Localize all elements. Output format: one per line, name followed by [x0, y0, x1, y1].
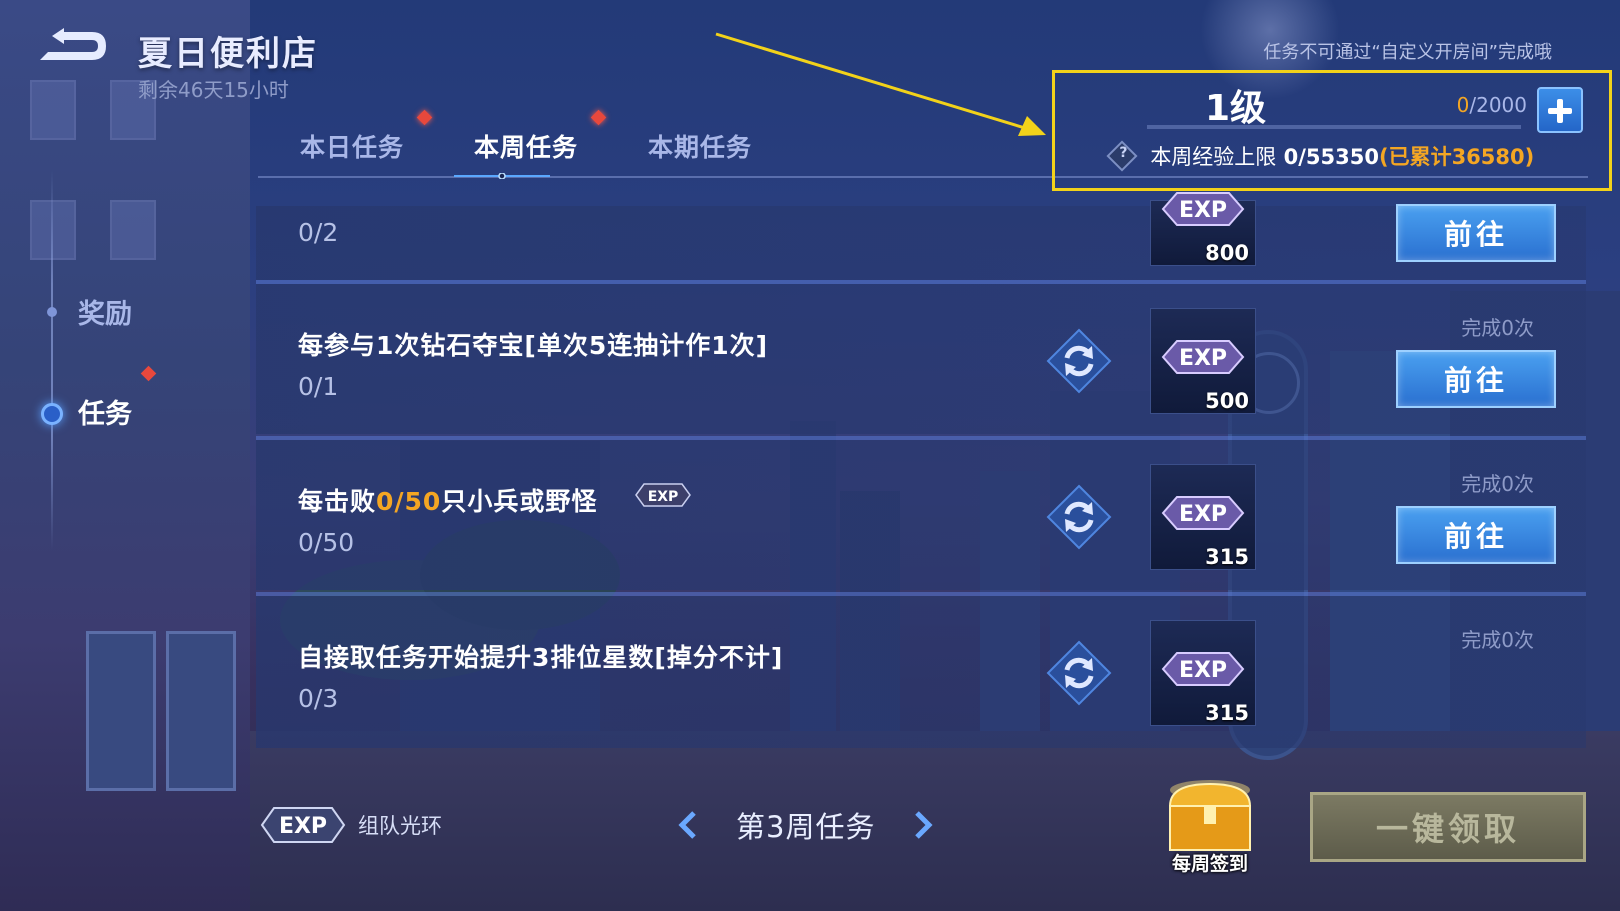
go-button[interactable]: 前往	[1396, 506, 1556, 564]
weekly-signin-label: 每周签到	[1171, 853, 1248, 875]
vending-machine	[86, 631, 156, 791]
week-label: 第3周任务	[736, 810, 876, 844]
vending-machine	[166, 631, 236, 791]
store-window	[30, 80, 76, 140]
exp-reward-tile: EXP 500	[1150, 308, 1256, 414]
completion-count: 完成0次	[1461, 472, 1534, 496]
task-row: 每击败0/50只小兵或野怪 EXP 0/50 EXP 315 完成0次 前往	[256, 440, 1586, 590]
tab-label: 本周任务	[474, 133, 579, 162]
go-button[interactable]: 前往	[1396, 204, 1556, 262]
side-nav-line	[51, 170, 53, 550]
task-row: 每参与1次钻石夺宝[单次5连抽计作1次] 0/1 EXP 500 完成0次 前往	[256, 284, 1586, 434]
level-progress-max: /2000	[1469, 93, 1527, 117]
exp-cap-accumulated: (已累计36580)	[1378, 145, 1535, 169]
exp-amount: 315	[1205, 701, 1249, 725]
svg-text:EXP: EXP	[1179, 658, 1227, 683]
remaining-time: 剩余46天15小时	[138, 78, 289, 102]
svg-text:EXP: EXP	[1179, 198, 1227, 223]
weekly-exp-cap: ? 本周经验上限 0/55350(已累计36580)	[1106, 140, 1535, 172]
side-nav-bullet	[47, 307, 57, 317]
exp-icon: EXP	[1161, 652, 1245, 686]
task-progress: 0/50	[298, 528, 355, 557]
task-title-pre: 每击败	[298, 487, 377, 516]
tab-daily-tasks[interactable]: 本日任务	[300, 109, 433, 164]
team-aura[interactable]: EXP 组队光环	[258, 800, 442, 850]
level-progress-bar	[1147, 125, 1521, 129]
exp-amount: 800	[1205, 241, 1249, 265]
side-nav-reward[interactable]: 奖励	[78, 292, 132, 331]
side-nav-bullet-active	[41, 403, 63, 425]
go-button[interactable]: 前往	[1396, 350, 1556, 408]
treasure-chest-icon	[1168, 780, 1252, 851]
completion-count: 完成0次	[1461, 628, 1534, 652]
svg-text:EXP: EXP	[1179, 502, 1227, 527]
exp-reward-tile: EXP 800	[1150, 192, 1256, 266]
task-row: 自接取任务开始提升3排位星数[掉分不计] 0/3 EXP 315 完成0次	[256, 596, 1586, 748]
level-label: 1级	[1205, 88, 1267, 129]
annotation-arrow	[715, 32, 1046, 136]
add-level-button[interactable]	[1537, 87, 1583, 133]
refresh-icon[interactable]	[1046, 640, 1112, 706]
task-title-highlight: 0/50	[376, 487, 442, 516]
task-progress: 0/1	[298, 372, 339, 401]
task-title: 每击败0/50只小兵或野怪	[298, 482, 597, 518]
task-progress: 0/3	[298, 684, 339, 713]
refresh-icon[interactable]	[1046, 328, 1112, 394]
svg-text:EXP: EXP	[1179, 346, 1227, 371]
active-tab-indicator	[454, 173, 550, 179]
exp-amount: 500	[1205, 389, 1249, 413]
store-window	[110, 200, 156, 260]
tab-label: 本日任务	[300, 133, 405, 162]
level-progress-current: 0	[1456, 93, 1470, 117]
exp-reward-tile: EXP 315	[1150, 464, 1256, 570]
chevron-right-icon[interactable]	[905, 807, 941, 843]
refresh-icon[interactable]	[1046, 484, 1112, 550]
convenience-store	[0, 0, 250, 911]
task-title: 自接取任务开始提升3排位星数[掉分不计]	[298, 643, 784, 672]
task-progress: 0/2	[298, 218, 339, 247]
week-navigator: 第3周任务	[670, 804, 941, 846]
weekly-signin-chest[interactable]: 每周签到	[1160, 776, 1260, 876]
exp-cap-value: 0/55350	[1283, 145, 1379, 169]
exp-bonus-icon: EXP	[635, 483, 691, 507]
task-title-post: 只小兵或野怪	[441, 487, 598, 516]
exp-icon: EXP	[1161, 340, 1245, 374]
level-panel: 1级 0/2000 ? 本周经验上限 0/55350(已累计36580)	[1052, 70, 1612, 191]
exp-reward-tile: EXP 315	[1150, 620, 1256, 726]
tab-weekly-tasks[interactable]: 本周任务	[474, 109, 607, 164]
side-nav-task[interactable]: 任务	[78, 392, 132, 431]
back-arrow-icon[interactable]	[34, 26, 110, 66]
team-aura-label: 组队光环	[358, 814, 442, 838]
claim-all-button[interactable]: 一键领取	[1310, 792, 1586, 862]
exp-icon: EXP	[1161, 192, 1245, 226]
task-notice: 任务不可通过“自定义开房间”完成哦	[1263, 42, 1552, 63]
task-row: 0/2 EXP 800 前往	[256, 192, 1586, 280]
chevron-left-icon[interactable]	[670, 807, 706, 843]
help-icon[interactable]: ?	[1106, 140, 1138, 172]
svg-text:EXP: EXP	[648, 489, 679, 505]
level-progress: 0/2000	[1457, 93, 1527, 117]
exp-amount: 315	[1205, 545, 1249, 569]
exp-cap-label: 本周经验上限	[1150, 145, 1277, 169]
exp-aura-icon: EXP	[260, 807, 346, 843]
store-window	[30, 200, 76, 260]
completion-count: 完成0次	[1461, 316, 1534, 340]
svg-text:EXP: EXP	[279, 814, 327, 839]
exp-icon: EXP	[1161, 496, 1245, 530]
page-title: 夏日便利店	[138, 34, 318, 74]
task-title: 每参与1次钻石夺宝[单次5连抽计作1次]	[298, 331, 769, 360]
